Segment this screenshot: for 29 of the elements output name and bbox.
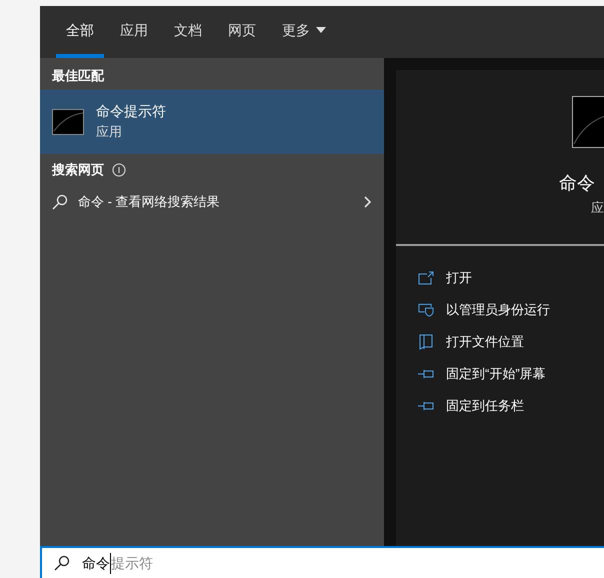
tab[interactable]: 应用 [110, 6, 158, 58]
console-window-icon [52, 109, 84, 135]
open-window-icon [418, 271, 434, 285]
action-item[interactable]: 打开 [418, 262, 604, 294]
shield-icon [418, 303, 434, 317]
search-icon [52, 194, 68, 210]
web-search-item[interactable]: 命令 - 查看网络搜索结果 [40, 186, 384, 218]
tab[interactable]: 更多 [272, 6, 336, 58]
action-item[interactable]: 打开文件位置 [418, 326, 604, 358]
action-item[interactable]: 固定到任务栏 [418, 390, 604, 422]
info-icon [112, 163, 126, 177]
preview-type: 应 [591, 199, 604, 217]
tab[interactable]: 网页 [218, 6, 266, 58]
action-item[interactable]: 以管理员身份运行 [418, 294, 604, 326]
section-heading: 搜索网页 [52, 161, 104, 180]
folder-icon [419, 334, 433, 350]
pin-icon [418, 369, 434, 379]
tab[interactable]: 文档 [164, 6, 212, 58]
search-field[interactable]: 命令提示符 [40, 546, 604, 578]
pin-icon [418, 401, 434, 411]
search-icon [54, 555, 70, 571]
chevron-right-icon [364, 196, 372, 208]
action-item[interactable]: 固定到“开始”屏幕 [418, 358, 604, 390]
result-title: 命令提示符 [96, 102, 166, 121]
console-window-icon [572, 96, 604, 148]
result-item[interactable]: 命令提示符 应用 [40, 90, 384, 154]
section-heading: 最佳匹配 [51, 67, 106, 85]
result-type: 应用 [96, 123, 123, 141]
preview-title: 命令 [559, 172, 595, 195]
